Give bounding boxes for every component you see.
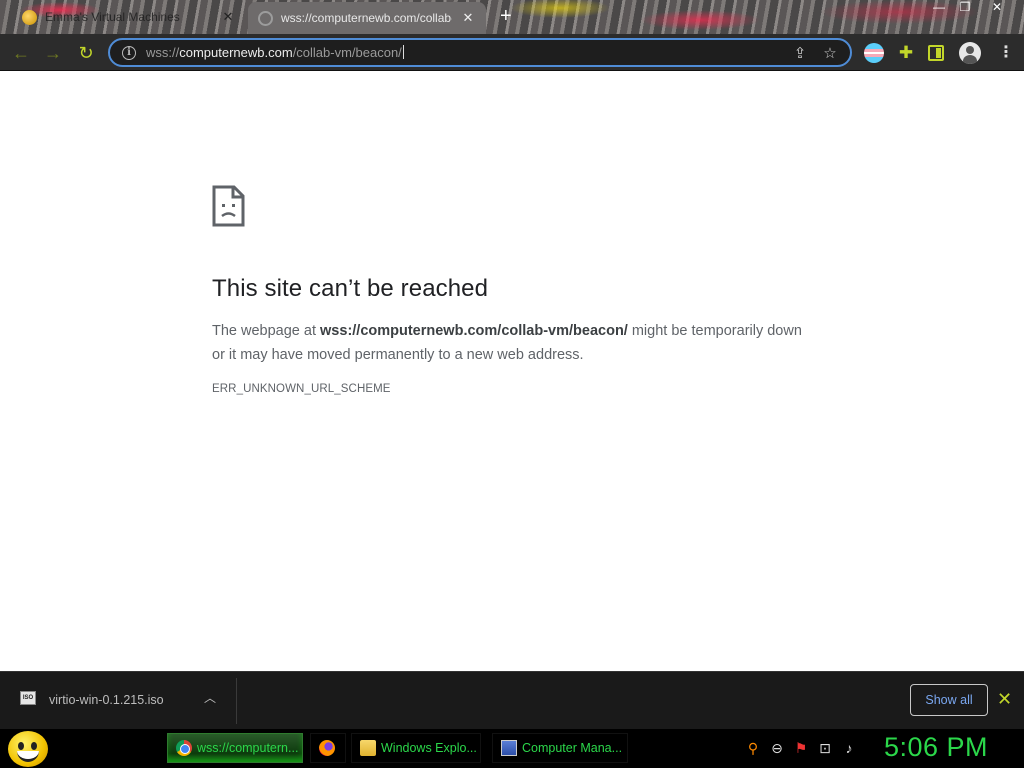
tab-active-beacon[interactable]: wss://computernewb.com/collab-vm/beacon/… xyxy=(248,2,486,34)
url-text[interactable]: wss://computernewb.com/collab-vm/beacon/ xyxy=(146,45,780,60)
extension-flag-icon[interactable] xyxy=(864,43,884,63)
taskbar-item-label: Windows Explo... xyxy=(381,741,477,755)
side-panel-icon[interactable] xyxy=(928,45,944,61)
volume-icon[interactable]: ♪ xyxy=(840,739,858,757)
menu-kebab-icon[interactable]: ⋮ xyxy=(996,43,1016,63)
extensions-puzzle-icon[interactable]: ✚ xyxy=(896,43,916,63)
chevron-up-icon[interactable]: ︿ xyxy=(204,689,216,706)
tab-emmas-virtual-machines[interactable]: Emma's Virtual Machines ✕ xyxy=(12,4,246,30)
taskbar-item-label: wss://computern... xyxy=(197,741,299,755)
error-description: The webpage at wss://computernewb.com/co… xyxy=(212,323,802,363)
divider xyxy=(236,678,237,724)
tab-close-icon[interactable]: ✕ xyxy=(220,9,236,25)
action-center-flag-icon[interactable]: ⚑ xyxy=(792,739,810,757)
restore-icon[interactable]: ❐ xyxy=(950,0,980,16)
downloads-shelf: ISO virtio-win-0.1.215.iso ︿ Show all ✕ xyxy=(0,671,1024,729)
tab-close-icon[interactable]: ✕ xyxy=(460,10,476,26)
start-button-smiley-icon[interactable] xyxy=(8,731,48,767)
sad-document-icon xyxy=(212,185,245,227)
taskbar-item-firefox[interactable] xyxy=(310,733,346,763)
taskbar-item-windows-explorer[interactable]: Windows Explo... xyxy=(351,733,481,763)
tab-strip: Emma's Virtual Machines ✕ wss://computer… xyxy=(0,0,1024,34)
error-code: ERR_UNKNOWN_URL_SCHEME xyxy=(212,383,391,395)
taskbar-clock[interactable]: 5:06 PM xyxy=(884,732,988,763)
chrome-icon xyxy=(176,740,192,756)
loading-favicon-icon xyxy=(258,10,273,26)
address-bar[interactable]: i wss://computernewb.com/collab-vm/beaco… xyxy=(108,38,852,67)
share-icon[interactable]: ⇪ xyxy=(790,44,810,62)
search-icon[interactable]: ⚲ xyxy=(744,739,762,757)
bookmark-star-icon[interactable]: ☆ xyxy=(820,44,840,62)
folder-icon xyxy=(360,740,376,756)
site-favicon-icon xyxy=(22,9,37,25)
page-content: This site can’t be reached The webpage a… xyxy=(0,71,1024,671)
taskbar-item-label: Computer Mana... xyxy=(522,741,623,755)
tab-title: wss://computernewb.com/collab-vm/beacon/ xyxy=(281,11,452,25)
info-icon[interactable]: i xyxy=(122,45,136,60)
forward-arrow-icon[interactable]: → xyxy=(42,42,64,64)
profile-avatar-icon[interactable] xyxy=(959,42,981,64)
iso-file-icon: ISO xyxy=(20,691,36,705)
close-shelf-icon[interactable]: ✕ xyxy=(997,689,1012,709)
plus-icon[interactable]: + xyxy=(500,6,512,26)
browser-toolbar: ← → ↻ i wss://computernewb.com/collab-vm… xyxy=(0,34,1024,71)
status-icon[interactable]: ⊖ xyxy=(768,739,786,757)
reload-icon[interactable]: ↻ xyxy=(75,42,97,64)
download-item[interactable]: virtio-win-0.1.215.iso xyxy=(49,693,164,707)
error-url: wss://computernewb.com/collab-vm/beacon/ xyxy=(320,323,628,339)
firefox-icon xyxy=(319,740,335,756)
computer-management-icon xyxy=(501,740,517,756)
screen: Emma's Virtual Machines ✕ wss://computer… xyxy=(0,0,1024,768)
taskbar-item-chrome[interactable]: wss://computern... xyxy=(167,733,303,763)
taskbar: wss://computern... Windows Explo... Comp… xyxy=(0,729,1024,768)
tab-title: Emma's Virtual Machines xyxy=(45,10,180,24)
taskbar-item-computer-management[interactable]: Computer Mana... xyxy=(492,733,628,763)
network-icon[interactable]: ⊡ xyxy=(816,739,834,757)
back-arrow-icon[interactable]: ← xyxy=(10,42,32,64)
show-all-button[interactable]: Show all xyxy=(910,684,988,716)
close-icon[interactable]: ✕ xyxy=(982,0,1012,16)
error-title: This site can’t be reached xyxy=(212,275,489,302)
